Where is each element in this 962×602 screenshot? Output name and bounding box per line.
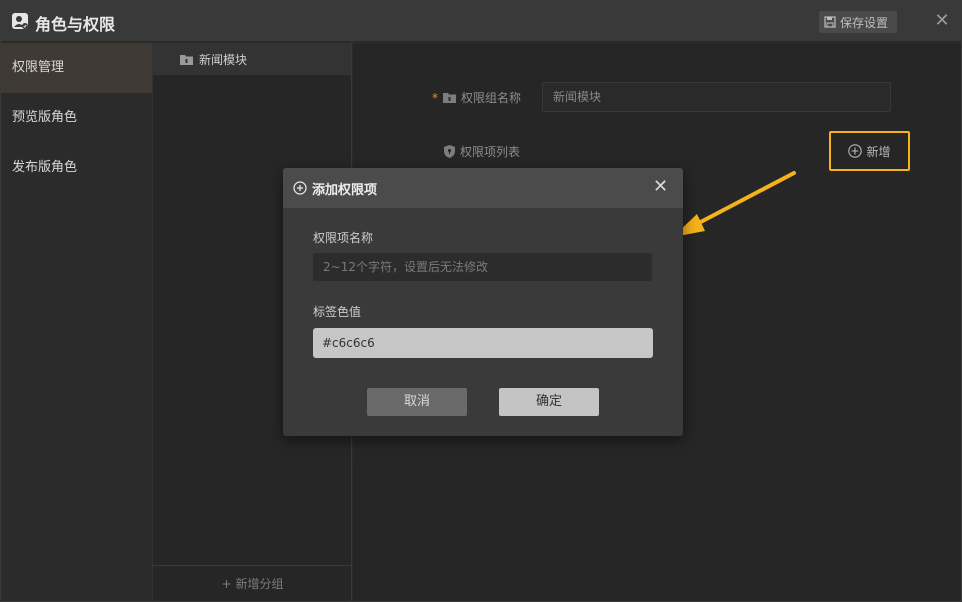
dialog-title: 添加权限项 — [312, 183, 378, 198]
required-mark: * — [432, 90, 438, 105]
sidebar: 权限管理 预览版角色 发布版角色 — [1, 43, 152, 601]
module-item[interactable]: 新闻模块 — [153, 43, 351, 75]
module-item-label: 新闻模块 — [199, 52, 248, 67]
dialog-close-button[interactable]: ✕ — [653, 177, 668, 197]
sidebar-item-permission-management[interactable]: 权限管理 — [1, 43, 152, 93]
add-permission-item-dialog: 添加权限项 ✕ 权限项名称 2~12个字符，设置后无法修改 标签色值 #c6c6… — [283, 168, 683, 436]
plus-circle-icon — [848, 144, 863, 158]
tag-color-input[interactable]: #c6c6c6 — [313, 328, 653, 358]
plus-icon: + — [221, 576, 232, 591]
group-name-row-label: * 权限组名称 — [432, 89, 521, 106]
title-bar: 角色与权限 保存设置 ✕ — [1, 1, 961, 42]
shield-icon — [444, 145, 455, 158]
folder-icon — [443, 93, 456, 103]
plus-circle-icon — [293, 181, 307, 195]
add-permission-item-button[interactable]: 新增 — [829, 131, 910, 171]
sidebar-item-release-roles[interactable]: 发布版角色 — [1, 143, 152, 193]
sidebar-item-preview-roles[interactable]: 预览版角色 — [1, 93, 152, 143]
items-list-label: 权限项列表 — [460, 145, 521, 159]
items-list-row-label: 权限项列表 — [444, 143, 520, 160]
save-settings-label: 保存设置 — [840, 15, 889, 30]
permission-item-name-label: 权限项名称 — [313, 231, 374, 245]
permission-item-name-input[interactable]: 2~12个字符，设置后无法修改 — [313, 253, 652, 281]
add-group-button[interactable]: + 新增分组 — [153, 565, 352, 601]
confirm-button[interactable]: 确定 — [499, 388, 599, 416]
cancel-button[interactable]: 取消 — [367, 388, 467, 416]
add-group-label: 新增分组 — [235, 577, 284, 591]
save-settings-button[interactable]: 保存设置 — [819, 11, 897, 33]
roles-permissions-window: 角色与权限 保存设置 ✕ 权限管理 预览版角色 发布版角色 新闻模块 + 新增分… — [0, 0, 962, 602]
window-title: 角色与权限 — [35, 15, 116, 34]
group-name-input[interactable]: 新闻模块 — [542, 82, 891, 112]
tag-color-label: 标签色值 — [313, 305, 362, 319]
user-badge-icon — [12, 13, 28, 29]
window-close-button[interactable]: ✕ — [933, 11, 951, 31]
dialog-header: 添加权限项 ✕ — [283, 168, 683, 208]
folder-icon — [180, 54, 193, 65]
group-name-label: 权限组名称 — [461, 91, 522, 105]
add-permission-item-label: 新增 — [866, 144, 891, 159]
save-icon — [824, 16, 836, 28]
